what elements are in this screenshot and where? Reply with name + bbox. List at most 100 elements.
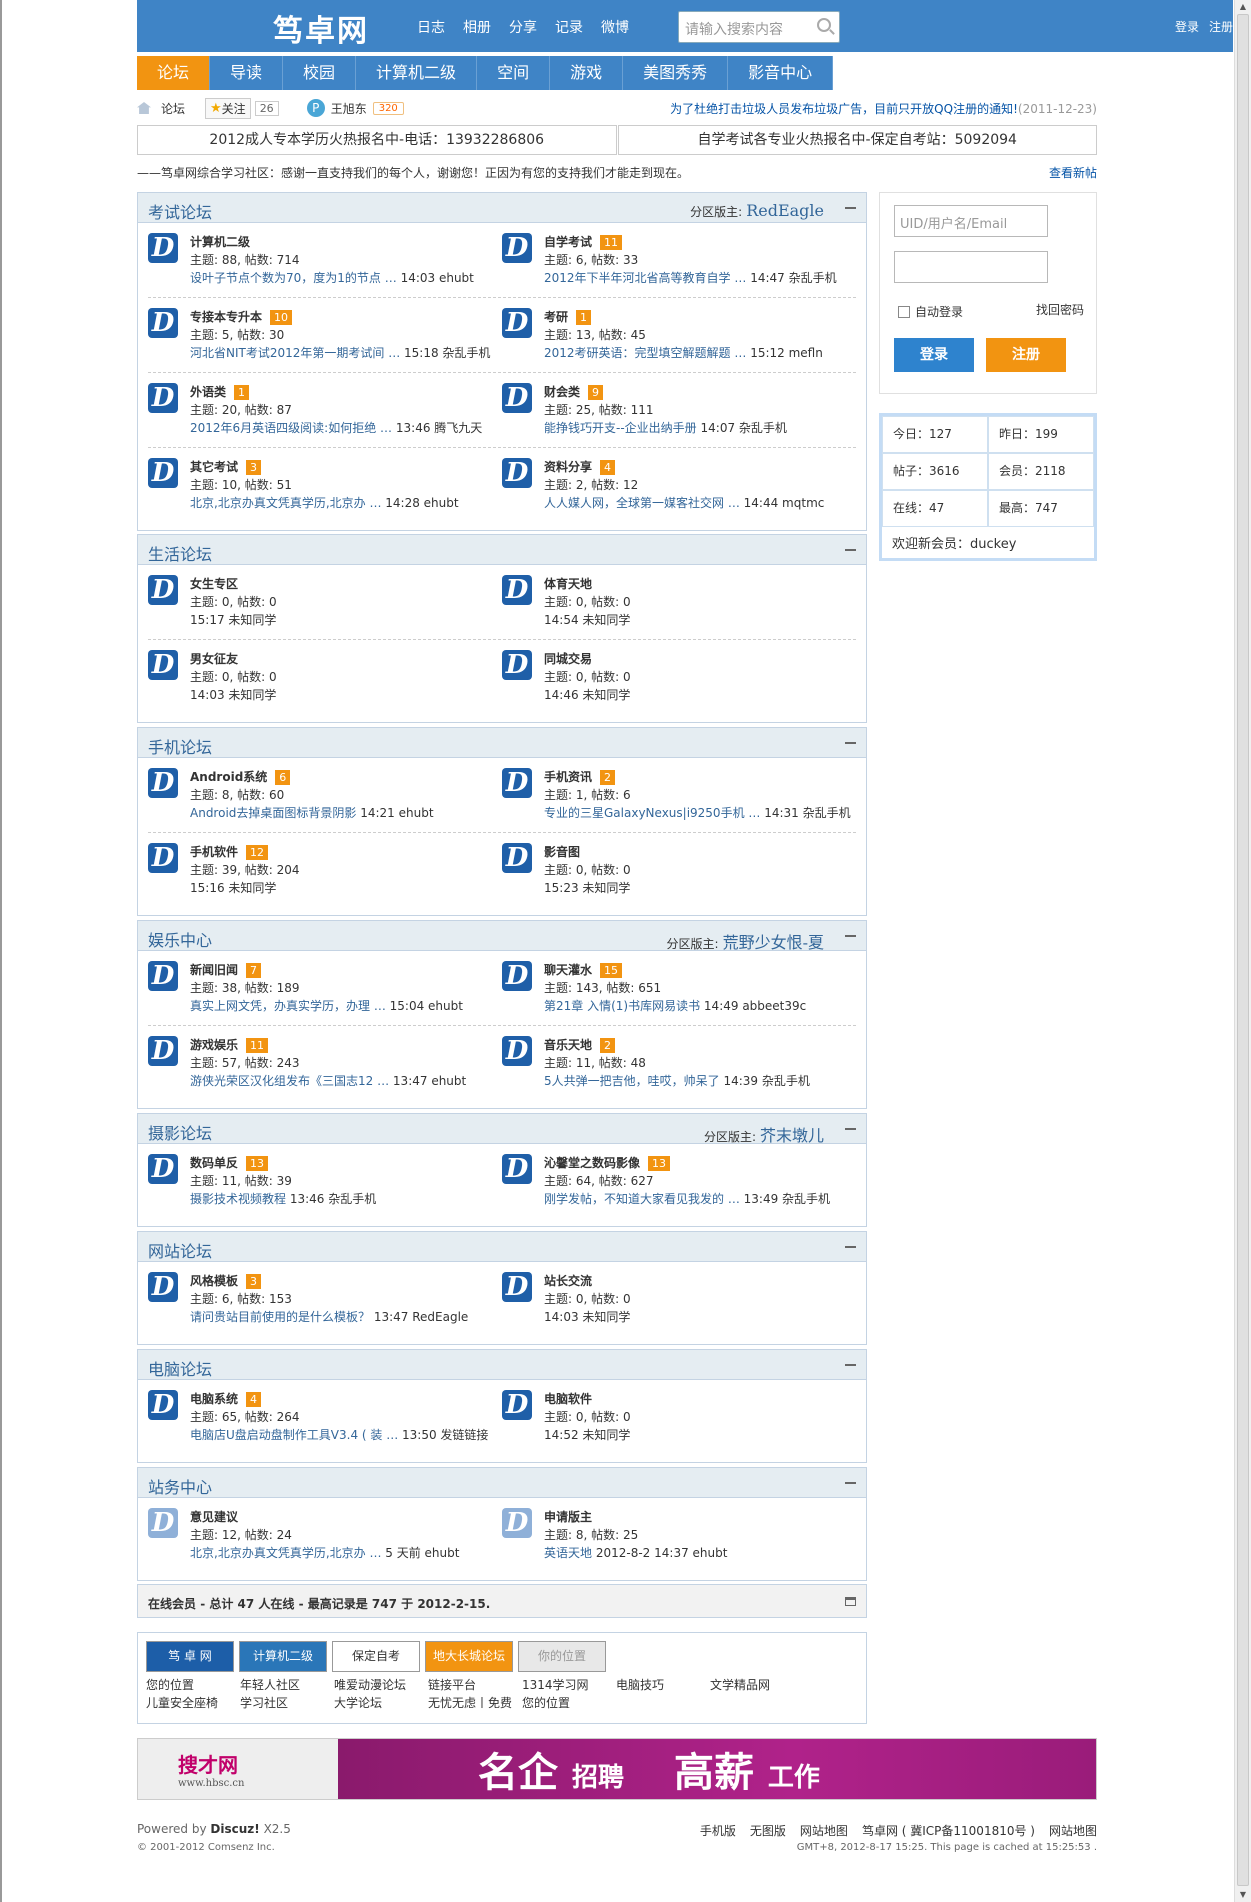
collapse-icon[interactable]: [845, 549, 856, 551]
nav-weibo[interactable]: 微博: [601, 17, 629, 37]
last-post-link[interactable]: 2012考研英语：完型填空解题解题 …: [544, 346, 746, 360]
link-text[interactable]: 您的位置: [522, 1694, 616, 1712]
last-post-link[interactable]: 刚学发帖，不知道大家看见我发的 …: [544, 1192, 740, 1206]
forum-icon[interactable]: D: [502, 1272, 532, 1302]
forum-icon[interactable]: D: [502, 575, 532, 605]
forum-name[interactable]: 新闻旧闻: [190, 963, 238, 977]
last-post-link[interactable]: Android去掉桌面图标背景阴影: [190, 806, 356, 820]
forum-name[interactable]: 女生专区: [190, 577, 238, 591]
top-register-link[interactable]: 注册: [1209, 18, 1233, 35]
forum-name[interactable]: 同城交易: [544, 652, 592, 666]
link-logo[interactable]: 你的位置: [518, 1641, 606, 1672]
nav-record[interactable]: 记录: [555, 17, 583, 37]
user-name[interactable]: 王旭东: [331, 100, 367, 117]
last-post-link[interactable]: 请问贵站目前使用的是什么模板？: [190, 1310, 370, 1324]
last-post-link[interactable]: 摄影技术视频教程: [190, 1192, 286, 1206]
forum-name[interactable]: 男女征友: [190, 652, 238, 666]
collapse-icon[interactable]: [845, 1246, 856, 1248]
ad-link-2[interactable]: 自学考试各专业火热报名中-保定自考站：5092094: [617, 125, 1097, 155]
forum-icon[interactable]: D: [502, 1390, 532, 1420]
last-post-link[interactable]: 河北省NIT考试2012年第一期考试间 …: [190, 346, 400, 360]
section-title[interactable]: 摄影论坛: [148, 1120, 212, 1144]
footer-mobile[interactable]: 手机版: [700, 1822, 736, 1839]
moderator-name[interactable]: RedEagle: [746, 201, 824, 220]
link-text[interactable]: 无忧无虑丨免费: [428, 1694, 522, 1712]
forum-name[interactable]: 资料分享: [544, 460, 592, 474]
follow-button[interactable]: ★ 关注: [205, 97, 251, 119]
last-post-link[interactable]: 第21章 入情(1)书库网易读书: [544, 999, 700, 1013]
site-logo[interactable]: 笃卓网: [273, 6, 369, 50]
forum-icon[interactable]: D: [502, 1036, 532, 1066]
username-field[interactable]: UID/用户名/Email: [894, 205, 1048, 237]
section-title[interactable]: 娱乐中心: [148, 927, 212, 951]
forum-name[interactable]: 外语类: [190, 385, 226, 399]
last-post-link[interactable]: 5人共弹一把吉他，哇哎，帅呆了: [544, 1074, 720, 1088]
link-text[interactable]: 年轻人社区: [240, 1676, 334, 1694]
forum-name[interactable]: 数码单反: [190, 1156, 238, 1170]
link-logo[interactable]: 笃 卓 网: [146, 1641, 234, 1672]
forum-icon[interactable]: D: [148, 575, 178, 605]
last-post-link[interactable]: 2012年6月英语四级阅读:如何拒绝 …: [190, 421, 392, 435]
scroll-thumb[interactable]: [1237, 14, 1249, 1886]
forum-name[interactable]: 手机资讯: [544, 770, 592, 784]
section-title[interactable]: 考试论坛: [148, 199, 212, 223]
new-posts-link[interactable]: 查看新帖: [1049, 164, 1097, 181]
last-post-link[interactable]: 电脑店U盘启动盘制作工具V3.4 ( 装 …: [190, 1428, 398, 1442]
welcome-new-member[interactable]: 欢迎新会员：duckey: [882, 527, 1094, 558]
forum-name[interactable]: 聊天灌水: [544, 963, 592, 977]
forum-name[interactable]: 音乐天地: [544, 1038, 592, 1052]
forum-icon[interactable]: D: [502, 383, 532, 413]
tab-game[interactable]: 游戏: [550, 56, 624, 90]
collapse-icon[interactable]: [845, 1364, 856, 1366]
forum-icon[interactable]: D: [502, 768, 532, 798]
forum-icon[interactable]: D: [148, 1390, 178, 1420]
expand-icon[interactable]: [845, 1597, 856, 1606]
section-title[interactable]: 网站论坛: [148, 1238, 212, 1262]
section-title[interactable]: 生活论坛: [148, 541, 212, 565]
link-logo[interactable]: 计算机二级: [239, 1641, 327, 1672]
collapse-icon[interactable]: [845, 742, 856, 744]
last-post-link[interactable]: 真实上网文凭，办真实学历，办理 …: [190, 999, 386, 1013]
forum-icon[interactable]: D: [148, 1154, 178, 1184]
forum-name[interactable]: 考研: [544, 310, 568, 324]
section-title[interactable]: 站务中心: [148, 1474, 212, 1498]
section-title[interactable]: 手机论坛: [148, 734, 212, 758]
forum-name[interactable]: 其它考试: [190, 460, 238, 474]
auto-login[interactable]: 自动登录: [898, 303, 963, 320]
forum-icon[interactable]: D: [148, 1508, 178, 1538]
forum-name[interactable]: 电脑软件: [544, 1392, 592, 1406]
forum-icon[interactable]: D: [148, 308, 178, 338]
forum-icon[interactable]: D: [502, 1508, 532, 1538]
collapse-icon[interactable]: [845, 1482, 856, 1484]
footer-sitemap-2[interactable]: 网站地图: [1049, 1822, 1097, 1839]
search-icon[interactable]: [817, 18, 831, 32]
find-password-link[interactable]: 找回密码: [1036, 301, 1084, 318]
forum-name[interactable]: 影音图: [544, 845, 580, 859]
link-logo[interactable]: 保定自考: [332, 1641, 420, 1672]
forum-icon[interactable]: D: [148, 1272, 178, 1302]
last-post-link[interactable]: 能挣钱巧开支--企业出纳手册: [544, 421, 697, 435]
notice-link[interactable]: 为了杜绝打击垃圾人员发布垃圾广告，目前只开放QQ注册的通知!(2011-12-2…: [670, 100, 1097, 117]
forum-icon[interactable]: D: [148, 768, 178, 798]
footer-sitemap[interactable]: 网站地图: [800, 1822, 848, 1839]
moderator-name[interactable]: 芥末墩儿: [760, 1126, 824, 1145]
last-post-link[interactable]: 北京,北京办真文凭真学历,北京办 …: [190, 496, 381, 510]
collapse-icon[interactable]: [845, 935, 856, 937]
forum-name[interactable]: 沁馨堂之数码影像: [544, 1156, 640, 1170]
home-icon[interactable]: [137, 102, 151, 114]
tab-space[interactable]: 空间: [477, 56, 551, 90]
discuz-link[interactable]: Discuz!: [210, 1822, 259, 1836]
forum-name[interactable]: 站长交流: [544, 1274, 592, 1288]
nav-album[interactable]: 相册: [463, 17, 491, 37]
forum-icon[interactable]: D: [502, 650, 532, 680]
forum-icon[interactable]: D: [148, 233, 178, 263]
link-text[interactable]: 文学精品网: [710, 1676, 804, 1694]
online-label[interactable]: 在线会员: [148, 1597, 196, 1611]
link-logo[interactable]: 地大长城论坛: [425, 1641, 513, 1672]
tab-forum[interactable]: 论坛: [137, 56, 211, 90]
link-text[interactable]: 唯爱动漫论坛: [334, 1676, 428, 1694]
forum-name[interactable]: 体育天地: [544, 577, 592, 591]
forum-icon[interactable]: D: [148, 458, 178, 488]
moderator-name[interactable]: 荒野少女恨-夏: [723, 933, 824, 952]
forum-name[interactable]: 财会类: [544, 385, 580, 399]
